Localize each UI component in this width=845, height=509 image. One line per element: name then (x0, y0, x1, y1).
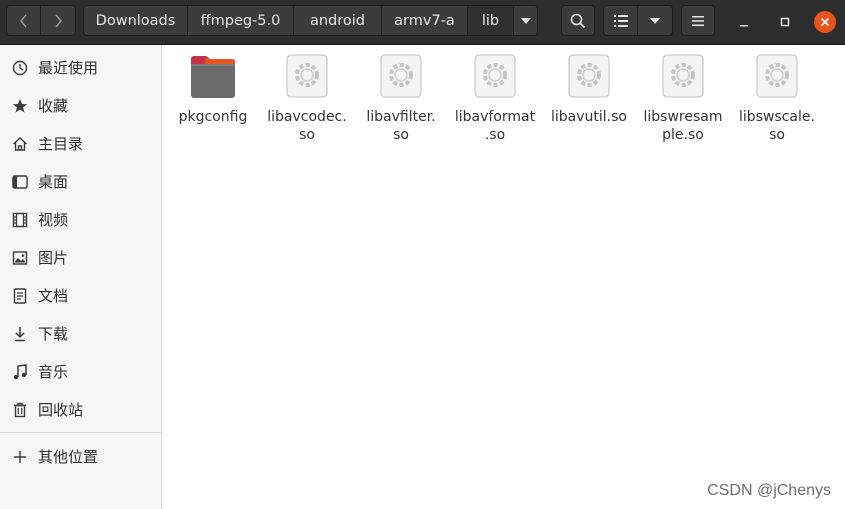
shared-library-icon (286, 54, 328, 98)
shared-library-icon (474, 54, 516, 98)
list-view-icon (613, 14, 628, 27)
sidebar-item-recent[interactable]: 最近使用 (0, 49, 161, 87)
file-name: libavcodec. so (267, 109, 347, 143)
file-name: libavformat .so (454, 109, 536, 143)
path-bar: Downloads ffmpeg-5.0 android armv7-a lib (83, 5, 538, 36)
file-item-libavutil[interactable]: libavutil.so (542, 53, 636, 143)
minimize-icon (740, 25, 748, 27)
video-icon (12, 212, 28, 228)
path-menu-button[interactable] (514, 5, 538, 36)
triangle-down-icon (520, 17, 531, 24)
sidebar-item-label: 图片 (38, 249, 69, 267)
file-item-libavfilter[interactable]: libavfilter. so (354, 53, 448, 143)
sidebar-item-documents[interactable]: 文档 (0, 277, 161, 315)
file-item-libswscale[interactable]: libswscale. so (730, 53, 824, 143)
file-view: pkgconfig libavcodec. so libavfilter. so (162, 45, 845, 509)
close-icon (820, 17, 830, 27)
breadcrumb-android[interactable]: android (294, 5, 382, 36)
file-name: pkgconfig (178, 109, 248, 125)
close-button[interactable] (814, 11, 836, 33)
shared-library-icon (568, 54, 610, 98)
sidebar-item-pictures[interactable]: 图片 (0, 239, 161, 277)
sidebar-item-music[interactable]: 音乐 (0, 353, 161, 391)
sidebar-item-label: 下载 (38, 325, 69, 343)
minimize-button[interactable] (733, 11, 755, 33)
picture-icon (12, 251, 28, 265)
file-name: libavutil.so (551, 109, 627, 125)
back-button[interactable] (6, 5, 41, 36)
star-icon (13, 99, 27, 113)
file-name: libswscale. so (739, 109, 815, 143)
header-bar: Downloads ffmpeg-5.0 android armv7-a lib (0, 0, 845, 45)
search-icon (570, 13, 586, 28)
shared-library-icon (662, 54, 704, 98)
music-icon (13, 364, 27, 380)
sidebar-item-desktop[interactable]: 桌面 (0, 163, 161, 201)
shared-library-icon (756, 54, 798, 98)
document-icon (13, 288, 27, 304)
sidebar-item-videos[interactable]: 视频 (0, 201, 161, 239)
watermark: CSDN @jChenys (707, 482, 831, 499)
sidebar-item-label: 视频 (38, 211, 69, 229)
search-button[interactable] (561, 5, 595, 36)
sidebar-item-starred[interactable]: 收藏 (0, 87, 161, 125)
view-switcher (603, 5, 673, 36)
maximize-icon (780, 17, 790, 27)
breadcrumb-downloads[interactable]: Downloads (83, 5, 188, 36)
file-name: libavfilter. so (366, 109, 436, 143)
download-icon (15, 327, 25, 342)
sidebar-item-home[interactable]: 主目录 (0, 125, 161, 163)
file-item-libavformat[interactable]: libavformat .so (448, 53, 542, 143)
desktop-icon (12, 175, 28, 189)
trash-icon (14, 402, 26, 418)
sidebar-item-label: 回收站 (38, 401, 84, 419)
sidebar-item-label: 其他位置 (38, 448, 99, 466)
breadcrumb-armv7a[interactable]: armv7-a (382, 5, 468, 36)
sidebar-item-label: 最近使用 (38, 59, 99, 77)
file-item-libswresample[interactable]: libswresam ple.so (636, 53, 730, 143)
plus-icon (14, 451, 26, 463)
file-item-pkgconfig[interactable]: pkgconfig (166, 53, 260, 143)
view-options-button[interactable] (638, 5, 673, 36)
sidebar-item-label: 文档 (38, 287, 69, 305)
maximize-button[interactable] (774, 11, 796, 33)
history-nav (6, 5, 76, 36)
menu-button[interactable] (681, 5, 715, 36)
sidebar-item-other-locations[interactable]: 其他位置 (0, 438, 161, 476)
breadcrumb-lib[interactable]: lib (468, 5, 514, 36)
sidebar-separator (0, 432, 161, 433)
list-view-button[interactable] (603, 5, 638, 36)
chevron-right-icon (55, 14, 62, 27)
chevron-left-icon (19, 14, 27, 27)
breadcrumb-ffmpeg[interactable]: ffmpeg-5.0 (188, 5, 294, 36)
places-sidebar: 最近使用 收藏 主目录 桌面 视频 图片 文档 下载 音乐 回收站 其他位置 (0, 45, 162, 509)
home-icon (13, 137, 27, 151)
sidebar-item-label: 收藏 (38, 97, 69, 115)
sidebar-item-trash[interactable]: 回收站 (0, 391, 161, 429)
sidebar-item-label: 桌面 (38, 173, 69, 191)
hamburger-icon (692, 15, 704, 26)
sidebar-item-downloads[interactable]: 下载 (0, 315, 161, 353)
folder-icon (191, 56, 235, 98)
forward-button[interactable] (41, 5, 76, 36)
sidebar-item-label: 音乐 (38, 363, 69, 381)
shared-library-icon (380, 54, 422, 98)
file-item-libavcodec[interactable]: libavcodec. so (260, 53, 354, 143)
sidebar-item-label: 主目录 (38, 135, 84, 153)
triangle-down-icon (650, 17, 660, 24)
clock-icon (12, 60, 28, 76)
file-name: libswresam ple.so (643, 109, 723, 143)
